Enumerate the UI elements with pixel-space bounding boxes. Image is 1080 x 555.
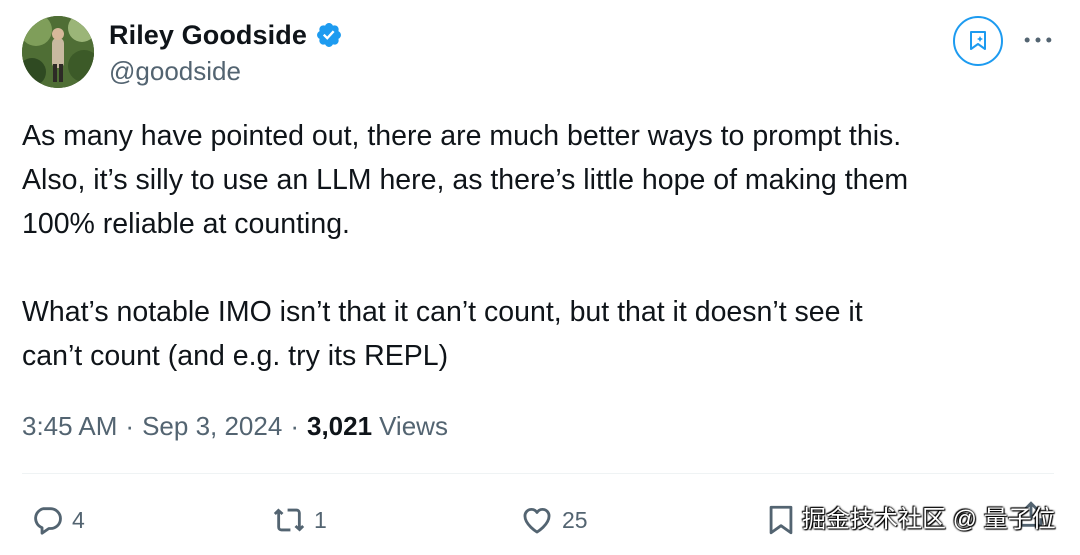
tweet-line: 100% reliable at counting. [22,208,350,240]
avatar-photo-icon [22,16,94,88]
tweet-line: As many have pointed out, there are much… [22,120,902,152]
tweet-line: Also, it’s silly to use an LLM here, as … [22,164,909,196]
tweet-time[interactable]: 3:45 AM [22,408,117,444]
tweet-meta: 3:45 AM · Sep 3, 2024 · 3,021 Views [22,408,448,444]
meta-separator: · [290,411,299,441]
repost-button[interactable]: 1 [272,498,327,542]
like-button[interactable]: 25 [520,498,588,542]
divider [22,473,1054,474]
more-dots-icon [1024,37,1052,43]
tweet-line: can’t count (and e.g. try its REPL) [22,340,449,372]
tweet-date[interactable]: Sep 3, 2024 [142,408,282,444]
author-name-row: Riley Goodside [109,18,343,52]
like-count: 25 [562,506,588,533]
author-display-name[interactable]: Riley Goodside [109,18,307,52]
grok-button[interactable] [953,16,1003,66]
more-options-button[interactable] [1020,25,1056,55]
tweet-text: As many have pointed out, there are much… [22,114,1042,378]
author-handle[interactable]: @goodside [109,54,241,88]
tweet-line: What’s notable IMO isn’t that it can’t c… [22,296,863,328]
verified-badge-icon [315,21,343,49]
heart-icon [523,507,551,534]
bookmark-button[interactable] [764,498,798,542]
avatar[interactable] [22,16,94,88]
bookmark-icon [769,505,793,535]
repost-count: 1 [314,506,327,533]
watermark: 掘金技术社区 @ 量子位 [802,506,1056,533]
reply-button[interactable]: 4 [30,498,85,542]
reply-count: 4 [72,506,85,533]
views-count: 3,021 [306,411,373,441]
meta-separator: · [125,411,135,441]
repost-icon [273,508,305,532]
grok-icon [970,31,986,50]
reply-icon [34,507,62,535]
views-label: Views [379,411,448,441]
